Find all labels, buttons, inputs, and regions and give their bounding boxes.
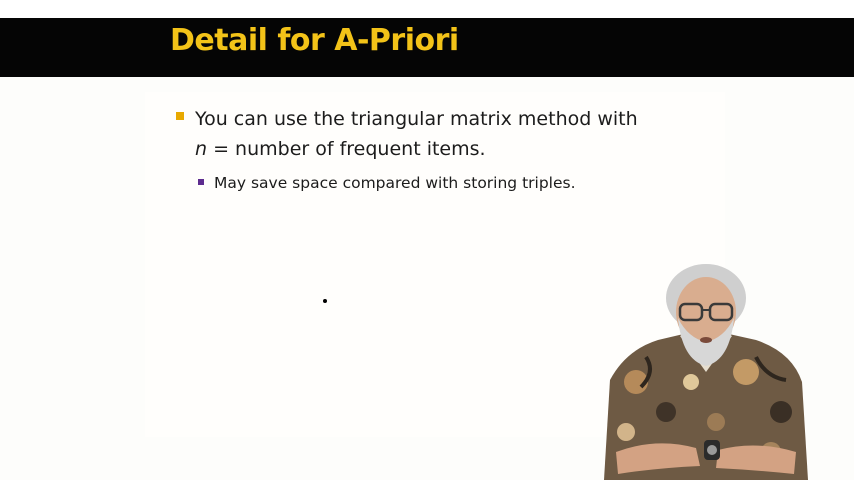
top-border: [0, 0, 854, 18]
slide-title: Detail for A-Priori: [170, 23, 459, 58]
sub-bullet-item: May save space compared with storing tri…: [198, 172, 668, 194]
bullet-text-rest: = number of frequent items.: [207, 138, 486, 160]
sub-bullet-text: May save space compared with storing tri…: [214, 174, 576, 192]
slide-video-frame: Detail for A-Priori You can use the tria…: [0, 0, 854, 480]
bullet-text-variable: n: [195, 138, 208, 160]
presenter-mouth: [700, 337, 712, 343]
bullet-square-icon: [176, 112, 184, 120]
bullet-text: You can use the triangular matrix method…: [195, 104, 646, 164]
bullet-item: You can use the triangular matrix method…: [176, 104, 646, 164]
bullet-text-lead: You can use the triangular matrix method…: [195, 108, 638, 130]
sub-bullet-square-icon: [198, 179, 204, 185]
presenter-video-overlay: [604, 264, 808, 480]
watch-icon: [704, 440, 720, 460]
pointer-dot: [323, 299, 327, 303]
